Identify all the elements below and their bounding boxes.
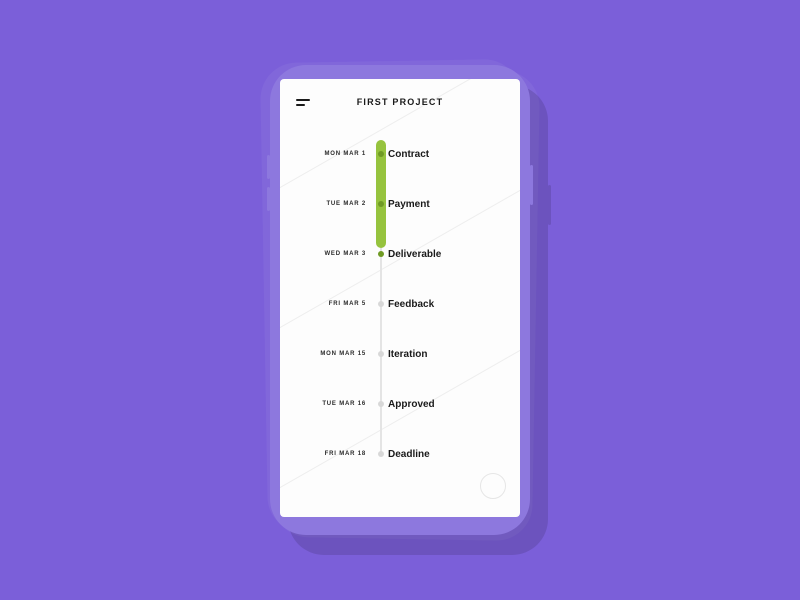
timeline-dot-icon xyxy=(378,151,384,157)
header: FIRST PROJECT xyxy=(280,79,520,119)
timeline-item[interactable]: TUE MAR 2 Payment xyxy=(280,179,520,229)
screen: FIRST PROJECT MON MAR 1 Contract TUE MAR… xyxy=(280,79,520,517)
timeline-item[interactable]: FRI MAR 18 Deadline xyxy=(280,429,520,479)
timeline-dot-icon xyxy=(378,201,384,207)
timeline-label: Deliverable xyxy=(376,249,441,260)
timeline-label: Approved xyxy=(376,399,435,410)
timeline-date: WED MAR 3 xyxy=(280,251,376,257)
phone-side-button xyxy=(530,165,533,205)
timeline-dot-icon xyxy=(378,351,384,357)
timeline-item[interactable]: MON MAR 1 Contract xyxy=(280,129,520,179)
timeline-item[interactable]: FRI MAR 5 Feedback xyxy=(280,279,520,329)
timeline-label: Feedback xyxy=(376,299,434,310)
add-button[interactable] xyxy=(480,473,506,499)
timeline-date: MON MAR 1 xyxy=(280,151,376,157)
timeline-dot-icon xyxy=(378,301,384,307)
page-title: FIRST PROJECT xyxy=(296,97,504,107)
timeline: MON MAR 1 Contract TUE MAR 2 Payment WED… xyxy=(280,119,520,489)
timeline-date: FRI MAR 5 xyxy=(280,301,376,307)
timeline-label: Deadline xyxy=(376,449,430,460)
timeline-date: TUE MAR 16 xyxy=(280,401,376,407)
phone-frame: FIRST PROJECT MON MAR 1 Contract TUE MAR… xyxy=(270,65,530,535)
timeline-date: MON MAR 15 xyxy=(280,351,376,357)
timeline-item[interactable]: WED MAR 3 Deliverable xyxy=(280,229,520,279)
timeline-item[interactable]: MON MAR 15 Iteration xyxy=(280,329,520,379)
timeline-dot-icon xyxy=(378,401,384,407)
timeline-dot-icon xyxy=(378,451,384,457)
timeline-item[interactable]: TUE MAR 16 Approved xyxy=(280,379,520,429)
timeline-dot-icon xyxy=(378,251,384,257)
timeline-date: TUE MAR 2 xyxy=(280,201,376,207)
timeline-date: FRI MAR 18 xyxy=(280,451,376,457)
